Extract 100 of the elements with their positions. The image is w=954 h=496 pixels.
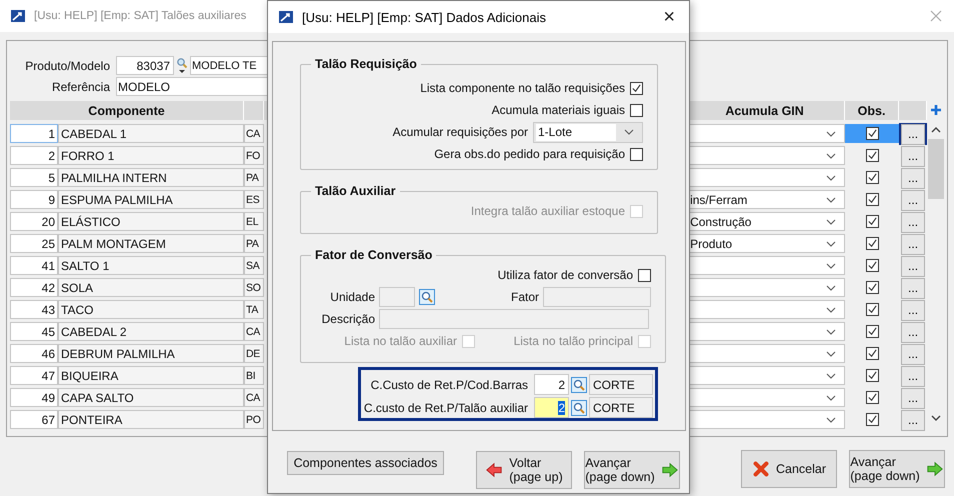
details-button[interactable]: ...: [901, 322, 926, 342]
scroll-down-icon[interactable]: [931, 415, 942, 421]
caret-icon[interactable]: [826, 416, 836, 422]
column-header: [899, 101, 928, 120]
checkbox[interactable]: [630, 82, 643, 94]
unit-field[interactable]: [379, 287, 415, 307]
caret-icon[interactable]: [826, 174, 836, 180]
details-button[interactable]: ...: [901, 344, 926, 364]
name-field[interactable]: CORTE: [589, 374, 653, 395]
details-button[interactable]: ...: [901, 212, 926, 232]
app-icon: [278, 9, 294, 25]
caret-icon[interactable]: [826, 350, 836, 356]
checkbox[interactable]: [866, 347, 879, 360]
checkbox[interactable]: [866, 325, 879, 338]
caret-icon[interactable]: [826, 130, 836, 136]
caret-icon[interactable]: [826, 372, 836, 378]
field-label: Referência: [50, 80, 111, 94]
checkbox[interactable]: [866, 259, 879, 272]
field-label: Fator: [510, 290, 539, 304]
checkbox[interactable]: [866, 369, 879, 382]
code-field[interactable]: 2: [534, 397, 569, 418]
select-field[interactable]: 1-Lote: [533, 122, 643, 142]
code-field[interactable]: 2: [534, 374, 569, 395]
arrow-right-icon: [660, 461, 679, 479]
table-cell: 41: [10, 256, 58, 275]
table-cell: 42: [10, 278, 58, 297]
scroll-up-icon[interactable]: [931, 127, 942, 133]
checkbox[interactable]: [866, 215, 879, 228]
caret-icon[interactable]: [826, 218, 836, 224]
details-button[interactable]: ...: [901, 388, 926, 408]
group-title: Fator de Conversão: [314, 248, 434, 262]
caret-icon[interactable]: [826, 240, 836, 246]
option-label: Acumular requisições por: [392, 125, 528, 139]
details-button[interactable]: ...: [901, 278, 926, 298]
checkbox[interactable]: [866, 303, 879, 316]
table-cell: ELÁSTICO: [58, 212, 244, 231]
table-cell: 43: [10, 300, 58, 319]
checkbox[interactable]: [866, 281, 879, 294]
search-icon[interactable]: [571, 376, 587, 392]
details-button[interactable]: ...: [901, 256, 926, 276]
checkbox[interactable]: [630, 104, 643, 116]
field-label: Unidade: [329, 290, 375, 304]
details-button[interactable]: ...: [901, 146, 926, 166]
caret-icon[interactable]: [826, 328, 836, 334]
next-button[interactable]: Avançar (page down): [584, 451, 680, 489]
details-button[interactable]: ...: [901, 234, 926, 254]
components-button[interactable]: Componentes associados: [287, 451, 444, 475]
table-cell: PA: [244, 234, 264, 253]
details-button[interactable]: ...: [901, 300, 926, 320]
details-button[interactable]: ...: [901, 366, 926, 386]
table-cell: 5: [10, 168, 58, 187]
close-button[interactable]: ×: [659, 7, 679, 27]
add-icon[interactable]: [930, 104, 942, 116]
search-icon[interactable]: [419, 289, 435, 305]
next-button[interactable]: Avançar (page down): [849, 450, 945, 488]
back-button[interactable]: Voltar (page up): [476, 451, 572, 489]
checkbox[interactable]: [866, 193, 879, 206]
table-cell: DE: [244, 344, 264, 363]
search-icon[interactable]: [571, 400, 587, 416]
caret-icon[interactable]: [826, 306, 836, 312]
checkbox[interactable]: [866, 149, 879, 162]
table-cell: CA: [244, 124, 264, 143]
table-cell: SA: [244, 256, 264, 275]
table-cell: TA: [244, 300, 264, 319]
details-button[interactable]: ...: [901, 168, 926, 188]
caret-icon[interactable]: [826, 394, 836, 400]
checkbox[interactable]: [866, 237, 879, 250]
table-cell[interactable]: [845, 124, 900, 143]
checkbox[interactable]: [866, 413, 879, 426]
checkbox[interactable]: [866, 171, 879, 184]
table-cell: 46: [10, 344, 58, 363]
name-field[interactable]: MODELO TE: [190, 56, 268, 75]
caret-icon[interactable]: [826, 284, 836, 290]
caret-icon[interactable]: [826, 196, 836, 202]
caret-icon[interactable]: [624, 129, 634, 135]
details-button[interactable]: ...: [901, 124, 926, 144]
caret-icon[interactable]: [826, 262, 836, 268]
search-icon[interactable]: [176, 56, 188, 74]
app-icon: [10, 8, 26, 24]
checkbox[interactable]: [630, 148, 643, 160]
table-cell: 1: [10, 124, 58, 143]
column-header: Componente: [10, 101, 244, 120]
cancel-button[interactable]: Cancelar: [741, 450, 837, 488]
code-field[interactable]: 83037: [116, 56, 174, 75]
arrow-right-icon: [926, 460, 944, 478]
checkbox[interactable]: [866, 127, 879, 140]
caret-icon[interactable]: [826, 152, 836, 158]
scrollbar-thumb[interactable]: [928, 139, 944, 199]
table-cell: 45: [10, 322, 58, 341]
details-button[interactable]: ...: [901, 190, 926, 210]
window-title: [Usu: HELP] [Emp: SAT] Dados Adicionais: [302, 10, 547, 24]
description-field[interactable]: [379, 309, 649, 329]
details-button[interactable]: ...: [901, 410, 926, 430]
table-cell: 25: [10, 234, 58, 253]
factor-field[interactable]: [543, 287, 651, 307]
checkbox[interactable]: [638, 268, 651, 282]
name-field[interactable]: CORTE: [589, 397, 653, 418]
checkbox[interactable]: [866, 391, 879, 404]
table-cell: PALM MONTAGEM: [58, 234, 244, 253]
group-title: Talão Auxiliar: [314, 184, 397, 198]
